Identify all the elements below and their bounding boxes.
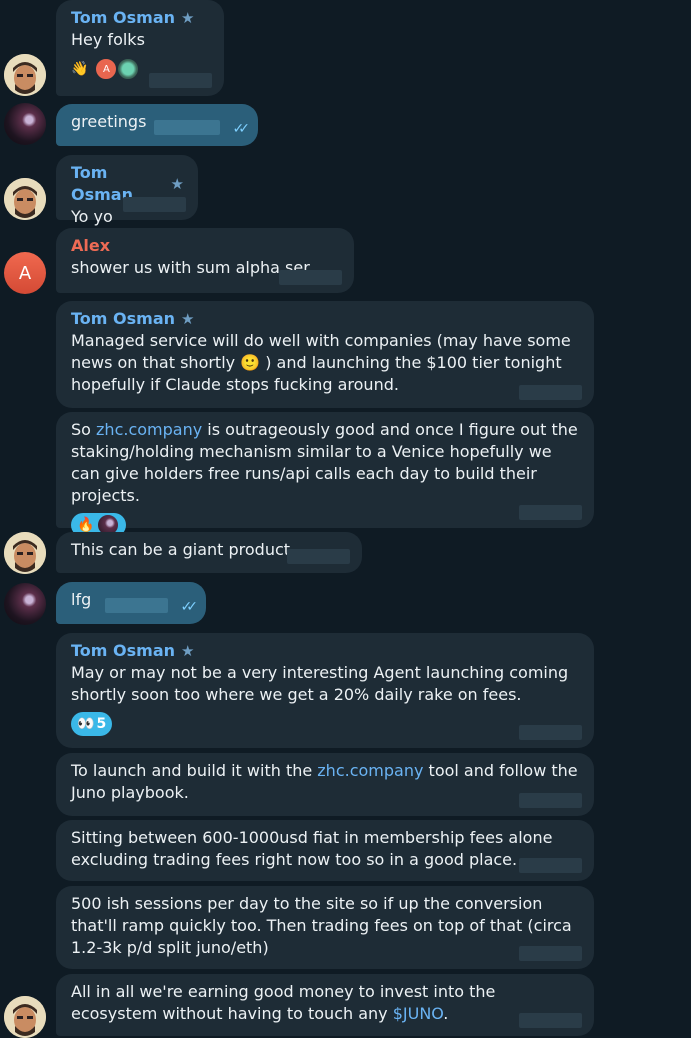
avatar-tom-osman[interactable] xyxy=(4,54,46,96)
message-bubble[interactable]: So zhc.company is outrageously good and … xyxy=(56,412,594,537)
timestamp xyxy=(123,197,186,212)
message-bubble[interactable]: Alex shower us with sum alpha ser xyxy=(56,228,354,293)
text-segment: . xyxy=(443,1004,449,1023)
timestamp xyxy=(519,858,582,873)
message-text: To launch and build it with the zhc.comp… xyxy=(71,760,580,804)
wave-reaction[interactable]: 👋 xyxy=(71,57,88,81)
timestamp xyxy=(287,549,350,564)
link[interactable]: $JUNO xyxy=(393,1004,444,1023)
timestamp xyxy=(519,505,582,520)
star-icon: ★ xyxy=(181,642,195,660)
message-bubble[interactable]: Tom Osman ★ Hey folks 👋 A xyxy=(56,0,224,96)
eyes-reaction[interactable]: 👀 5 xyxy=(71,712,113,736)
timestamp xyxy=(519,385,582,400)
message-bubble[interactable]: To launch and build it with the zhc.comp… xyxy=(56,753,594,816)
text-segment: So xyxy=(71,420,97,439)
eyes-emoji: 👀 xyxy=(77,716,95,732)
message-text: All in all we're earning good money to i… xyxy=(71,981,580,1025)
avatar-self[interactable] xyxy=(4,583,46,625)
message-bubble[interactable]: 500 ish sessions per day to the site so … xyxy=(56,886,594,969)
sender-name[interactable]: Tom Osman ★ xyxy=(71,7,210,29)
timestamp xyxy=(149,73,212,88)
message-bubble[interactable]: Sitting between 600-1000usd fiat in memb… xyxy=(56,820,594,881)
text-segment: To launch and build it with the xyxy=(71,761,318,780)
star-icon: ★ xyxy=(181,310,195,328)
wave-emoji: 👋 xyxy=(71,61,89,77)
timestamp xyxy=(519,793,582,808)
message-bubble[interactable]: This can be a giant product xyxy=(56,532,362,573)
message-text: May or may not be a very interesting Age… xyxy=(71,663,569,704)
timestamp xyxy=(154,120,220,135)
sender-label: Alex xyxy=(71,236,111,255)
own-message-bubble[interactable]: greetings ✓✓ xyxy=(56,104,258,146)
reactions: 👀 5 xyxy=(71,712,580,736)
timestamp xyxy=(519,1013,582,1028)
avatar-tom-osman[interactable] xyxy=(4,996,46,1038)
fire-emoji: 🔥 xyxy=(77,517,95,533)
link[interactable]: zhc.company xyxy=(96,420,202,439)
star-icon: ★ xyxy=(170,175,184,193)
read-check-icon: ✓✓ xyxy=(180,599,199,615)
sender-name[interactable]: Alex xyxy=(71,235,340,257)
message-bubble[interactable]: All in all we're earning good money to i… xyxy=(56,974,594,1036)
message-text: 500 ish sessions per day to the site so … xyxy=(71,894,572,957)
message-text: Hey folks xyxy=(71,30,145,49)
reactor-avatar xyxy=(116,57,141,81)
timestamp xyxy=(519,725,582,740)
avatar-alex[interactable]: A xyxy=(4,252,46,294)
timestamp xyxy=(279,270,342,285)
avatar-tom-osman[interactable] xyxy=(4,178,46,220)
message-bubble[interactable]: Tom Osman ★ Yo yo xyxy=(56,155,198,226)
reactor-avatar: A xyxy=(94,57,119,81)
read-check-icon: ✓✓ xyxy=(232,121,251,137)
timestamp xyxy=(519,946,582,961)
own-message-bubble[interactable]: lfg ✓✓ xyxy=(56,582,206,624)
sender-label: Tom Osman xyxy=(71,8,176,27)
message-text: Managed service will do well with compan… xyxy=(71,331,571,394)
star-icon: ★ xyxy=(181,9,195,27)
message-bubble[interactable]: Tom Osman ★ Managed service will do well … xyxy=(56,301,594,408)
message-text: So zhc.company is outrageously good and … xyxy=(71,419,580,507)
avatar-tom-osman[interactable] xyxy=(4,532,46,574)
message-text: Sitting between 600-1000usd fiat in memb… xyxy=(71,828,553,869)
message-bubble[interactable]: Tom Osman ★ May or may not be a very inte… xyxy=(56,633,594,748)
sender-name[interactable]: Tom Osman ★ xyxy=(71,308,580,330)
link[interactable]: zhc.company xyxy=(317,761,423,780)
sender-label: Tom Osman xyxy=(71,641,176,660)
sender-name[interactable]: Tom Osman ★ xyxy=(71,640,580,662)
sender-label: Tom Osman xyxy=(71,309,176,328)
avatar-self[interactable] xyxy=(4,103,46,145)
timestamp xyxy=(105,598,168,613)
reaction-count: 5 xyxy=(96,716,107,732)
